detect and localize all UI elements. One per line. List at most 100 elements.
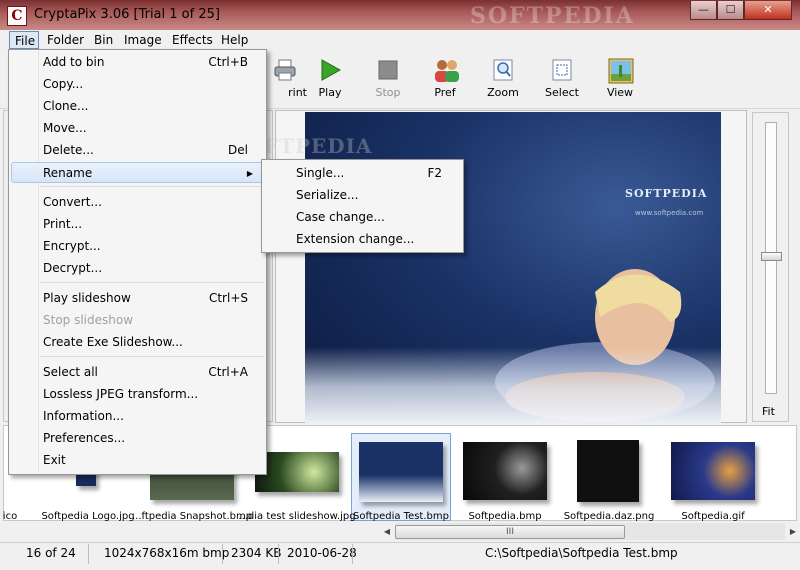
watermark: SOFTPEDIA — [470, 3, 635, 29]
image-brand-text: SOFTPEDIA — [625, 187, 708, 200]
fit-label[interactable]: Fit — [762, 405, 775, 418]
submenu-item-serialize[interactable]: Serialize... — [264, 184, 462, 206]
menu-separator — [40, 356, 264, 357]
menu-item-label: Preferences... — [43, 431, 126, 445]
menu-item-convert[interactable]: Convert... — [11, 192, 264, 213]
thumbnail-caption: ...ftpedia Snapshot.bmp — [132, 511, 253, 522]
menu-item-shortcut: Ctrl+S — [208, 291, 248, 305]
menu-item-delete[interactable]: Delete... Del — [11, 140, 264, 161]
menu-item-label: Play slideshow — [43, 291, 131, 305]
menu-item-information[interactable]: Information... — [11, 406, 264, 427]
menu-file[interactable]: File — [9, 31, 39, 49]
scroll-right-icon[interactable]: ▶ — [786, 525, 800, 539]
submenu-item-shortcut: F2 — [427, 166, 442, 180]
view-button[interactable]: View — [590, 56, 650, 99]
menu-item-print[interactable]: Print... — [11, 214, 264, 235]
status-divider — [278, 544, 279, 564]
menu-item-label: Copy... — [43, 77, 84, 91]
maximize-button[interactable]: ☐ — [717, 1, 744, 20]
submenu-item-label: Case change... — [296, 210, 385, 224]
minimize-button[interactable]: — — [690, 1, 717, 20]
status-divider — [352, 544, 353, 564]
menu-item-label: Move... — [43, 121, 87, 135]
thumbnail-caption: Softpedia.daz.png — [563, 511, 655, 522]
thumbnail-image — [359, 442, 443, 502]
menu-item-exit[interactable]: Exit — [11, 450, 264, 471]
menu-item-lossless-jpeg[interactable]: Lossless JPEG transform... — [11, 384, 264, 405]
pref-button[interactable]: Pref — [415, 56, 475, 99]
image-foam — [305, 347, 721, 423]
menu-item-label: Print... — [43, 217, 83, 231]
thumbnail-image — [463, 442, 547, 500]
menu-item-add-to-bin[interactable]: Add to bin Ctrl+B — [11, 52, 264, 73]
submenu-item-case-change[interactable]: Case change... — [264, 206, 462, 228]
menu-item-label: Add to bin — [43, 55, 105, 69]
status-divider — [222, 544, 223, 564]
status-date: 2010-06-28 — [287, 546, 357, 560]
menu-item-label: Lossless JPEG transform... — [43, 387, 199, 401]
select-button[interactable]: Select — [532, 56, 592, 99]
stop-label: Stop — [375, 86, 401, 99]
menu-item-encrypt[interactable]: Encrypt... — [11, 236, 264, 257]
menu-item-clone[interactable]: Clone... — [11, 96, 264, 117]
menu-item-select-all[interactable]: Select all Ctrl+A — [11, 362, 264, 383]
menu-item-label: Decrypt... — [43, 261, 103, 275]
status-position: 16 of 24 — [26, 546, 76, 560]
status-dimensions: 1024x768x16m bmp — [104, 546, 230, 560]
select-icon — [550, 58, 574, 82]
menu-item-label: Stop slideshow — [43, 313, 134, 327]
thumbnail-caption: Softpedia.gif — [681, 511, 745, 522]
status-size: 2304 KB — [231, 546, 282, 560]
status-divider — [88, 544, 89, 564]
menu-bin[interactable]: Bin — [89, 31, 118, 49]
play-button[interactable]: Play — [300, 56, 360, 99]
menu-help[interactable]: Help — [216, 31, 253, 49]
menu-image[interactable]: Image — [119, 31, 167, 49]
play-icon — [318, 58, 342, 82]
zoom-button[interactable]: Zoom — [473, 56, 533, 99]
select-label: Select — [545, 86, 579, 99]
thumbnail-image — [255, 452, 339, 492]
menu-item-stop-slideshow: Stop slideshow — [11, 310, 264, 331]
scrollbar-thumb[interactable]: III — [395, 525, 625, 539]
app-icon[interactable]: C — [7, 6, 27, 26]
image-url-text: www.softpedia.com — [635, 209, 704, 217]
submenu-item-label: Extension change... — [296, 232, 415, 246]
thumbnail-image — [577, 440, 639, 502]
menu-item-preferences[interactable]: Preferences... — [11, 428, 264, 449]
menu-item-play-slideshow[interactable]: Play slideshow Ctrl+S — [11, 288, 264, 309]
menu-item-rename[interactable]: Rename ▶ — [11, 162, 264, 183]
submenu-item-label: Single... — [296, 166, 345, 180]
menu-separator — [40, 282, 264, 283]
thumbnail-caption: Softpedia.bmp — [468, 511, 542, 522]
submenu-item-label: Serialize... — [296, 188, 359, 202]
stop-button[interactable]: Stop — [358, 56, 418, 99]
stop-icon — [376, 58, 400, 82]
scroll-left-icon[interactable]: ◀ — [380, 525, 394, 539]
menu-item-label: Clone... — [43, 99, 89, 113]
zoom-label: Zoom — [487, 86, 519, 99]
pref-label: Pref — [434, 86, 456, 99]
thumbnail-image — [671, 442, 755, 500]
menu-item-copy[interactable]: Copy... — [11, 74, 264, 95]
submenu-item-single[interactable]: Single... F2 — [264, 162, 462, 184]
status-path: C:\Softpedia\Softpedia Test.bmp — [485, 546, 678, 560]
submenu-item-extension-change[interactable]: Extension change... — [264, 228, 462, 250]
menu-item-label: Encrypt... — [43, 239, 101, 253]
menu-item-label: Rename — [43, 166, 93, 180]
menu-item-decrypt[interactable]: Decrypt... — [11, 258, 264, 279]
thumbnail-caption: Softpedia Logo.jpg — [41, 511, 135, 522]
menu-folder[interactable]: Folder — [42, 31, 89, 49]
zoom-slider-thumb[interactable] — [761, 252, 782, 261]
close-button[interactable]: ✕ — [744, 1, 792, 20]
menu-item-shortcut: Ctrl+A — [208, 365, 248, 379]
menu-item-move[interactable]: Move... — [11, 118, 264, 139]
menu-item-create-exe-slideshow[interactable]: Create Exe Slideshow... — [11, 332, 264, 353]
view-icon — [608, 58, 634, 84]
thumbnail-caption: Softpedia Test.bmp — [353, 511, 449, 522]
users-icon — [433, 58, 459, 82]
menu-item-label: Exit — [43, 453, 66, 467]
menu-effects[interactable]: Effects — [167, 31, 218, 49]
view-label: View — [606, 86, 634, 99]
submenu-arrow-icon: ▶ — [246, 169, 253, 178]
